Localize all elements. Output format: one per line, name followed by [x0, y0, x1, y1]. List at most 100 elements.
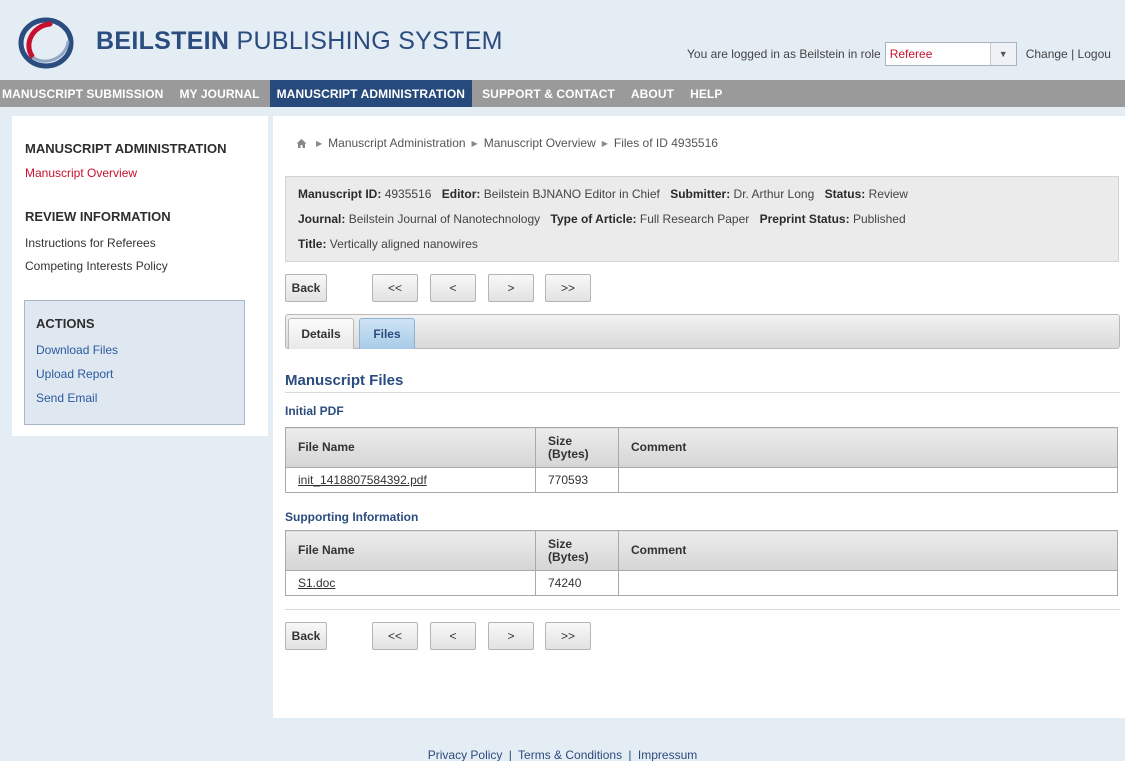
col-comment: Comment: [618, 427, 1118, 468]
info-line-2: Journal: Beilstein Journal of Nanotechno…: [298, 212, 913, 226]
role-value: Referee: [889, 47, 933, 61]
tab-files[interactable]: Files: [359, 318, 415, 349]
back-button[interactable]: Back: [285, 274, 327, 302]
logout-link[interactable]: Logou: [1078, 47, 1111, 61]
initial-pdf-table: File Name Size (Bytes) Comment init_1418…: [285, 427, 1118, 493]
brand-rest: PUBLISHING SYSTEM: [236, 27, 503, 55]
footer: Privacy Policy | Terms & Conditions | Im…: [0, 748, 1125, 761]
first-page-button-bottom[interactable]: <<: [372, 622, 418, 650]
id-label: Manuscript ID:: [298, 187, 382, 201]
supporting-info-title: Supporting Information: [285, 510, 419, 524]
footer-privacy-link[interactable]: Privacy Policy: [428, 748, 503, 761]
footer-separator: |: [508, 748, 512, 761]
next-page-button[interactable]: >: [488, 274, 534, 302]
supporting-info-table: File Name Size (Bytes) Comment S1.doc 74…: [285, 530, 1118, 596]
tab-details[interactable]: Details: [288, 318, 354, 349]
col-comment: Comment: [618, 530, 1118, 571]
link-separator: |: [1071, 47, 1075, 61]
actions-heading: ACTIONS: [36, 316, 95, 331]
file-size-cell: 74240: [535, 570, 619, 596]
breadcrumb-arrow-icon: ▶: [471, 138, 478, 148]
nav-support-contact[interactable]: SUPPORT & CONTACT: [474, 80, 623, 107]
login-bar: You are logged in as Beilstein in role R…: [687, 41, 1111, 67]
breadcrumb: ▶ Manuscript Administration ▶ Manuscript…: [296, 136, 724, 150]
info-line-3: Title: Vertically aligned nanowires: [298, 237, 485, 251]
action-upload-report[interactable]: Upload Report: [36, 367, 113, 381]
breadcrumb-item[interactable]: Manuscript Overview: [484, 136, 596, 150]
divider: [285, 392, 1120, 393]
nav-manuscript-administration[interactable]: MANUSCRIPT ADMINISTRATION: [269, 80, 473, 107]
change-link[interactable]: Change: [1026, 47, 1068, 61]
action-download-files[interactable]: Download Files: [36, 343, 118, 357]
role-select[interactable]: Referee ▼: [884, 42, 1017, 66]
col-size: Size (Bytes): [535, 427, 619, 468]
manuscript-info: Manuscript ID: 4935516 Editor: Beilstein…: [285, 176, 1119, 262]
file-comment-cell: [618, 467, 1118, 493]
file-name-cell: S1.doc: [285, 570, 536, 596]
footer-impressum-link[interactable]: Impressum: [638, 748, 697, 761]
main-nav: MANUSCRIPT SUBMISSION MY JOURNAL MANUSCR…: [0, 80, 1125, 107]
preprint-value: Published: [852, 212, 906, 226]
file-comment-cell: [618, 570, 1118, 596]
nav-help[interactable]: HELP: [682, 80, 730, 107]
prev-page-button[interactable]: <: [430, 274, 476, 302]
file-size-cell: 770593: [535, 467, 619, 493]
info-line-1: Manuscript ID: 4935516 Editor: Beilstein…: [298, 187, 915, 201]
breadcrumb-arrow-icon: ▶: [316, 138, 323, 148]
breadcrumb-current: Files of ID 4935516: [613, 136, 718, 150]
next-page-button-bottom[interactable]: >: [488, 622, 534, 650]
header: BEILSTEIN PUBLISHING SYSTEM You are logg…: [0, 0, 1125, 80]
account-links: Change | Logou: [1026, 47, 1111, 61]
first-page-button[interactable]: <<: [372, 274, 418, 302]
last-page-button[interactable]: >>: [545, 274, 591, 302]
submitter-label: Submitter:: [670, 187, 731, 201]
footer-separator: |: [628, 748, 632, 761]
editor-value: Beilstein BJNANO Editor in Chief: [483, 187, 660, 201]
table-row: S1.doc 74240: [285, 570, 1118, 596]
brand-title[interactable]: BEILSTEIN PUBLISHING SYSTEM: [96, 27, 503, 56]
back-button-bottom[interactable]: Back: [285, 622, 327, 650]
sidebar-admin-heading: MANUSCRIPT ADMINISTRATION: [25, 141, 227, 156]
editor-label: Editor:: [441, 187, 481, 201]
sidebar-item-instructions-referees[interactable]: Instructions for Referees: [25, 236, 156, 250]
logo-icon: [18, 17, 74, 69]
journal-label: Journal:: [298, 212, 346, 226]
status-label: Status:: [824, 187, 866, 201]
breadcrumb-arrow-icon: ▶: [601, 138, 608, 148]
preprint-label: Preprint Status:: [759, 212, 850, 226]
title-label: Title:: [298, 237, 327, 251]
table-header-row: File Name Size (Bytes) Comment: [285, 427, 1118, 468]
sidebar-review-heading: REVIEW INFORMATION: [25, 209, 171, 224]
col-size-line2: (Bytes): [548, 549, 589, 564]
divider: [285, 609, 1120, 610]
breadcrumb-item[interactable]: Manuscript Administration: [328, 136, 465, 150]
home-icon[interactable]: [296, 138, 307, 149]
table-row: init_1418807584392.pdf 770593: [285, 467, 1118, 493]
login-text: You are logged in as Beilstein in role: [687, 47, 881, 61]
sidebar-item-manuscript-overview[interactable]: Manuscript Overview: [25, 166, 137, 180]
file-name-cell: init_1418807584392.pdf: [285, 467, 536, 493]
type-label: Type of Article:: [550, 212, 637, 226]
action-send-email[interactable]: Send Email: [36, 391, 97, 405]
nav-my-journal[interactable]: MY JOURNAL: [171, 80, 267, 107]
col-size-line2: (Bytes): [548, 446, 589, 461]
col-size: Size (Bytes): [535, 530, 619, 571]
tab-bar: Details Files: [285, 314, 1120, 349]
last-page-button-bottom[interactable]: >>: [545, 622, 591, 650]
col-size-line1: Size: [548, 433, 573, 448]
sidebar: MANUSCRIPT ADMINISTRATION Manuscript Ove…: [12, 116, 268, 436]
file-link[interactable]: init_1418807584392.pdf: [298, 473, 427, 487]
footer-terms-link[interactable]: Terms & Conditions: [518, 748, 622, 761]
nav-about[interactable]: ABOUT: [623, 80, 682, 107]
nav-manuscript-submission[interactable]: MANUSCRIPT SUBMISSION: [0, 80, 171, 107]
file-link[interactable]: S1.doc: [298, 576, 335, 590]
initial-pdf-title: Initial PDF: [285, 404, 344, 418]
actions-box: ACTIONS Download Files Upload Report Sen…: [24, 300, 245, 425]
dropdown-arrow-icon[interactable]: ▼: [989, 43, 1016, 65]
col-file-name: File Name: [285, 530, 536, 571]
sidebar-item-competing-interests[interactable]: Competing Interests Policy: [25, 259, 168, 273]
manuscript-id: 4935516: [384, 187, 432, 201]
col-file-name: File Name: [285, 427, 536, 468]
main-content: ▶ Manuscript Administration ▶ Manuscript…: [273, 116, 1125, 718]
prev-page-button-bottom[interactable]: <: [430, 622, 476, 650]
